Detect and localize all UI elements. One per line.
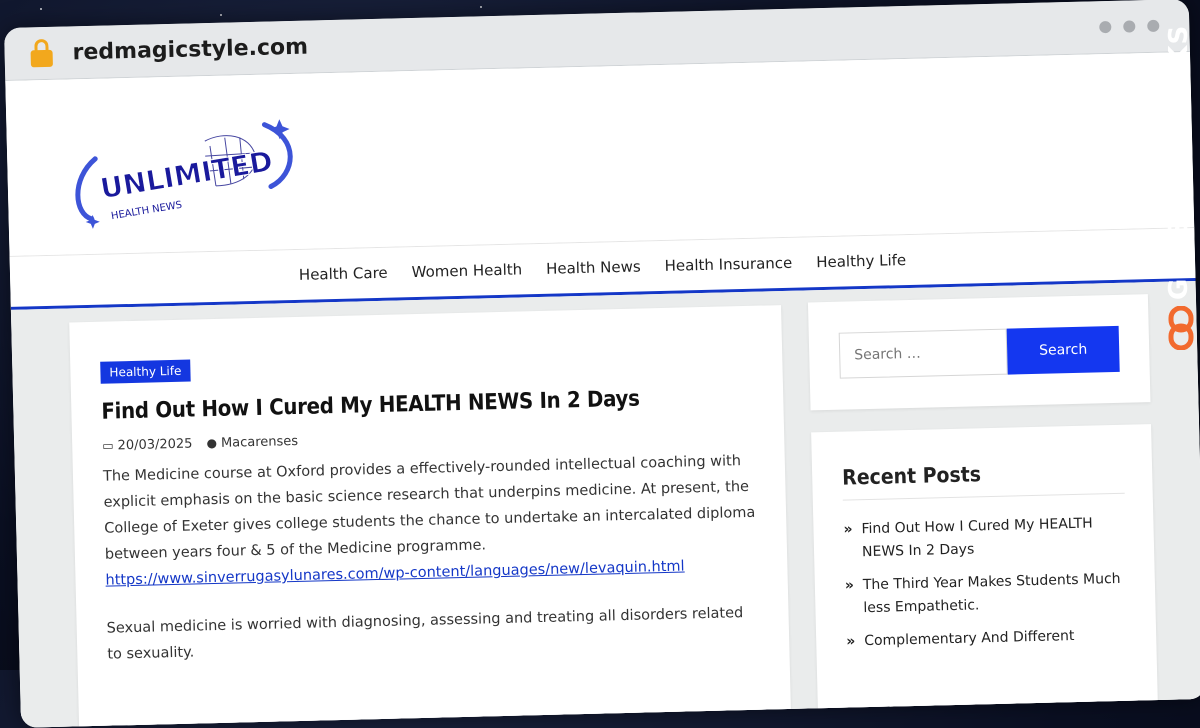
guestpostlinks-watermark: GUESTPOSTLINKS (1160, 25, 1200, 356)
lock-icon (30, 38, 53, 68)
category-badge[interactable]: Healthy Life (100, 359, 191, 384)
article-body: The Medicine course at Oxford provides a… (103, 448, 762, 668)
article-paragraph: Sexual medicine is worried with diagnosi… (106, 605, 744, 663)
author-text: Macarenses (220, 433, 299, 451)
recent-post-link[interactable]: Find Out How I Cured My HEALTH NEWS In 2… (861, 512, 1126, 564)
recent-posts-widget: Recent Posts » Find Out How I Cured My HE… (811, 424, 1159, 728)
window-dot-icon[interactable] (1147, 19, 1160, 33)
article-paragraph: The Medicine course at Oxford provides a… (102, 453, 756, 563)
nav-item-health-care[interactable]: Health Care (299, 264, 388, 284)
window-dot-icon[interactable] (1123, 20, 1136, 33)
recent-posts-title: Recent Posts (841, 458, 1125, 501)
logo-sub-text: HEALTH NEWS (110, 200, 183, 223)
article-card: Healthy Life Find Out How I Cured My HEA… (69, 305, 792, 728)
list-item[interactable]: » The Third Year Makes Students Much less… (845, 568, 1128, 621)
site-logo[interactable]: UNLIMITED HEALTH NEWS (64, 114, 307, 240)
article-date[interactable]: ▭ 20/03/2025 (102, 437, 193, 454)
recent-posts-list: » Find Out How I Cured My HEALTH NEWS In … (843, 512, 1128, 654)
watermark-text: GUESTPOSTLINKS (1164, 24, 1194, 300)
url-text[interactable]: redmagicstyle.com (72, 34, 308, 65)
logo-main-text: UNLIMITED (98, 144, 275, 205)
nav-item-healthy-life[interactable]: Healthy Life (816, 251, 906, 271)
recent-post-link[interactable]: Complementary And Different (864, 625, 1075, 653)
chevron-right-icon: » (844, 577, 855, 594)
article-title[interactable]: Find Out How I Cured My HEALTH NEWS In 2… (101, 384, 755, 425)
list-item[interactable]: » Complementary And Different (846, 624, 1128, 654)
nav-item-health-insurance[interactable]: Health Insurance (664, 254, 792, 275)
date-text: 20/03/2025 (117, 436, 193, 454)
calendar-icon: ▭ (102, 438, 114, 453)
recent-post-link[interactable]: The Third Year Makes Students Much less … (863, 568, 1128, 620)
browser-window: redmagicstyle.com UNLIMITED HEALTH NEWS (4, 0, 1200, 728)
website: UNLIMITED HEALTH NEWS Health Care Women … (5, 52, 1200, 728)
chevron-right-icon: » (843, 521, 853, 538)
nav-item-women-health[interactable]: Women Health (411, 260, 522, 281)
article-meta: ▭ 20/03/2025 ● Macarenses (102, 423, 756, 454)
window-dot-icon[interactable] (1099, 20, 1112, 34)
article-author[interactable]: ● Macarenses (206, 434, 298, 451)
list-item[interactable]: » Find Out How I Cured My HEALTH NEWS In … (843, 512, 1126, 565)
link-chain-icon (1168, 306, 1194, 350)
search-widget: Search (807, 294, 1151, 411)
content-area: Healthy Life Find Out How I Cured My HEA… (10, 280, 1200, 728)
search-button[interactable]: Search (1006, 325, 1120, 375)
window-controls (1099, 19, 1160, 34)
site-header: UNLIMITED HEALTH NEWS (5, 52, 1195, 256)
user-icon: ● (206, 435, 218, 451)
nav-item-health-news[interactable]: Health News (546, 258, 641, 278)
chevron-right-icon: » (846, 633, 856, 650)
search-input[interactable] (838, 328, 1008, 379)
